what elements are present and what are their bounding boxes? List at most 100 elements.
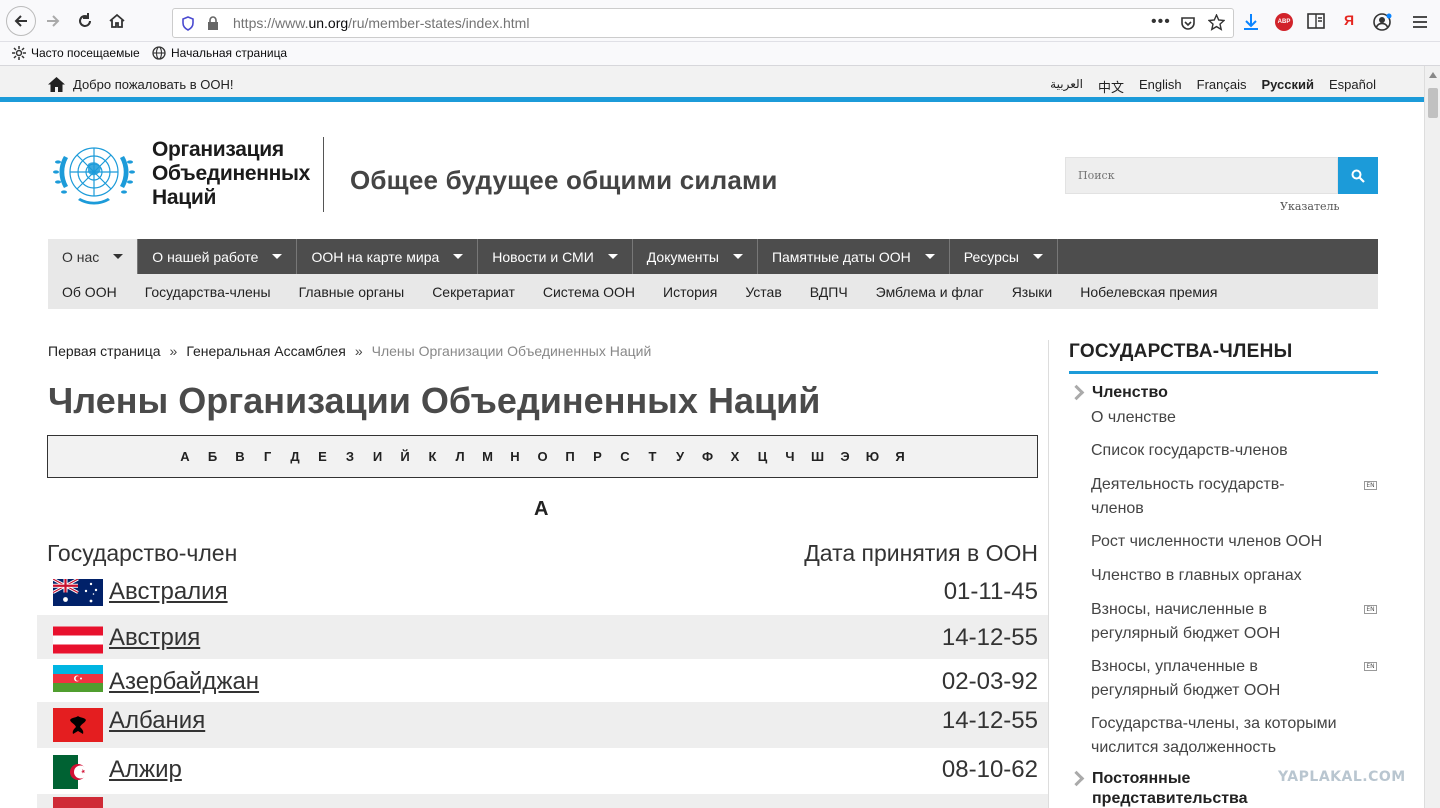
letter-ch[interactable]: Ч xyxy=(776,449,804,464)
bookmarks-bar: Часто посещаемые Начальная страница xyxy=(0,42,1440,66)
subnav-charter[interactable]: Устав xyxy=(745,284,781,300)
language-switcher: العربية 中文 English Français Русский Espa… xyxy=(1050,77,1376,96)
letter-m[interactable]: М xyxy=(474,449,502,464)
letter-v[interactable]: В xyxy=(226,449,254,464)
letter-z[interactable]: З xyxy=(336,449,364,464)
letter-b[interactable]: Б xyxy=(199,449,227,464)
country-link[interactable]: Австрия xyxy=(109,624,200,652)
subnav-history[interactable]: История xyxy=(663,284,717,300)
subnav-secretariat[interactable]: Секретариат xyxy=(432,284,515,300)
letter-g[interactable]: Г xyxy=(254,449,282,464)
download-icon[interactable] xyxy=(1243,13,1259,31)
lang-arabic[interactable]: العربية xyxy=(1050,77,1083,96)
letter-eh[interactable]: Э xyxy=(831,449,859,464)
search-input[interactable] xyxy=(1066,158,1337,193)
bookmark-most-visited[interactable]: Часто посещаемые xyxy=(12,46,140,60)
nav-un-map[interactable]: ООН на карте мира xyxy=(297,239,479,274)
un-emblem-logo[interactable] xyxy=(48,136,140,212)
country-link[interactable]: Азербайджан xyxy=(109,668,259,696)
account-icon[interactable] xyxy=(1372,12,1392,32)
sidebar-section-membership[interactable]: Членство xyxy=(1092,383,1168,403)
subnav-languages[interactable]: Языки xyxy=(1012,284,1053,300)
subnav-about-un[interactable]: Об ООН xyxy=(62,284,117,300)
lang-russian[interactable]: Русский xyxy=(1261,77,1314,96)
sidebar-link-paid-contributions[interactable]: Взносы, уплаченные в регулярный бюджет О… xyxy=(1091,655,1301,703)
home-button[interactable] xyxy=(104,8,130,34)
letter-yu[interactable]: Ю xyxy=(859,449,887,464)
subnav-member-states[interactable]: Государства-члены xyxy=(145,284,271,300)
nav-observances[interactable]: Памятные даты ООН xyxy=(758,239,950,274)
sidebar-link-about-membership[interactable]: О членстве xyxy=(1091,406,1351,430)
country-link[interactable]: Алжир xyxy=(109,756,182,784)
welcome-link[interactable]: Добро пожаловать в ООН! xyxy=(48,77,234,92)
browser-toolbar: https://www.un.org/ru/member-states/inde… xyxy=(0,0,1440,42)
letter-ts[interactable]: Ц xyxy=(749,449,777,464)
country-link[interactable]: Австралия xyxy=(109,578,228,606)
subnav-nobel-prize[interactable]: Нобелевская премия xyxy=(1080,284,1217,300)
pocket-icon[interactable] xyxy=(1180,15,1196,31)
sidebar-link-principal-organs[interactable]: Членство в главных органах xyxy=(1091,564,1351,588)
country-link[interactable]: Албания xyxy=(109,707,205,735)
sidebar-link-membership-growth[interactable]: Рост численности членов ООН xyxy=(1091,530,1351,554)
scroll-thumb[interactable] xyxy=(1428,88,1438,118)
forward-button[interactable] xyxy=(40,8,66,34)
nav-resources[interactable]: Ресурсы xyxy=(950,239,1058,274)
back-button[interactable] xyxy=(6,6,36,36)
breadcrumb-home[interactable]: Первая страница xyxy=(48,343,161,359)
letter-e[interactable]: Е xyxy=(309,449,337,464)
breadcrumb-general-assembly[interactable]: Генеральная Ассамблея xyxy=(186,343,346,359)
letter-t[interactable]: Т xyxy=(639,449,667,464)
bookmark-star-icon[interactable] xyxy=(1208,14,1225,31)
org-name[interactable]: Организация Объединенных Наций xyxy=(152,138,310,210)
letter-d[interactable]: Д xyxy=(281,449,309,464)
index-link[interactable]: Указатель xyxy=(1280,200,1340,213)
page-actions-icon[interactable]: ••• xyxy=(1151,13,1171,31)
url-bar[interactable]: https://www.un.org/ru/member-states/inde… xyxy=(172,8,1234,38)
subnav-emblem-flag[interactable]: Эмблема и флаг xyxy=(876,284,984,300)
sidebar-link-assessed-contributions[interactable]: Взносы, начисленные в регулярный бюджет … xyxy=(1091,598,1301,646)
column-header-date: Дата принятия в ООН xyxy=(804,540,1038,566)
chevron-right-icon xyxy=(1068,770,1085,787)
scroll-up-arrow-icon[interactable] xyxy=(1429,72,1437,78)
letter-kh[interactable]: Х xyxy=(721,449,749,464)
letter-s[interactable]: С xyxy=(611,449,639,464)
lang-french[interactable]: Français xyxy=(1197,77,1247,96)
sidebar-link-arrears[interactable]: Государства-члены, за которыми числится … xyxy=(1091,712,1361,760)
letter-f[interactable]: Ф xyxy=(694,449,722,464)
nav-our-work[interactable]: О нашей работе xyxy=(138,239,298,274)
sidebar-link-member-activities[interactable]: Деятельность государств-членов xyxy=(1091,473,1311,521)
letter-o[interactable]: О xyxy=(529,449,557,464)
yandex-icon[interactable]: Я xyxy=(1344,12,1354,28)
url-text: https://www.un.org/ru/member-states/inde… xyxy=(233,15,530,31)
nav-news-media[interactable]: Новости и СМИ xyxy=(478,239,633,274)
nav-about[interactable]: О нас xyxy=(48,239,139,274)
letter-n[interactable]: Н xyxy=(501,449,529,464)
subnav-main-bodies[interactable]: Главные органы xyxy=(299,284,405,300)
letter-p[interactable]: П xyxy=(556,449,584,464)
letter-k[interactable]: К xyxy=(419,449,447,464)
sidebar-link-member-list[interactable]: Список государств-членов xyxy=(1091,439,1351,463)
letter-ya[interactable]: Я xyxy=(886,449,914,464)
subnav-udhr[interactable]: ВДПЧ xyxy=(810,284,848,300)
subnav-un-system[interactable]: Система ООН xyxy=(543,284,635,300)
search-button[interactable] xyxy=(1338,157,1378,194)
reader-view-icon[interactable] xyxy=(1307,13,1325,29)
letter-sh[interactable]: Ш xyxy=(804,449,832,464)
reload-button[interactable] xyxy=(72,8,98,34)
letter-j[interactable]: Й xyxy=(391,449,419,464)
letter-a[interactable]: А xyxy=(171,449,199,464)
letter-u[interactable]: У xyxy=(666,449,694,464)
letter-l[interactable]: Л xyxy=(446,449,474,464)
back-arrow-icon xyxy=(14,15,27,27)
letter-i[interactable]: И xyxy=(364,449,392,464)
lang-english[interactable]: English xyxy=(1139,77,1182,96)
adblock-icon[interactable]: ABP xyxy=(1275,13,1293,31)
menu-hamburger-icon[interactable] xyxy=(1412,15,1428,29)
vertical-scrollbar[interactable] xyxy=(1424,66,1440,808)
bookmark-start-page[interactable]: Начальная страница xyxy=(152,46,287,60)
letter-r[interactable]: Р xyxy=(584,449,612,464)
lang-spanish[interactable]: Español xyxy=(1329,77,1376,96)
sidebar-section-permanent-missions[interactable]: Постоянные представительства xyxy=(1092,769,1248,808)
nav-documents[interactable]: Документы xyxy=(633,239,758,274)
lang-chinese[interactable]: 中文 xyxy=(1098,77,1124,96)
